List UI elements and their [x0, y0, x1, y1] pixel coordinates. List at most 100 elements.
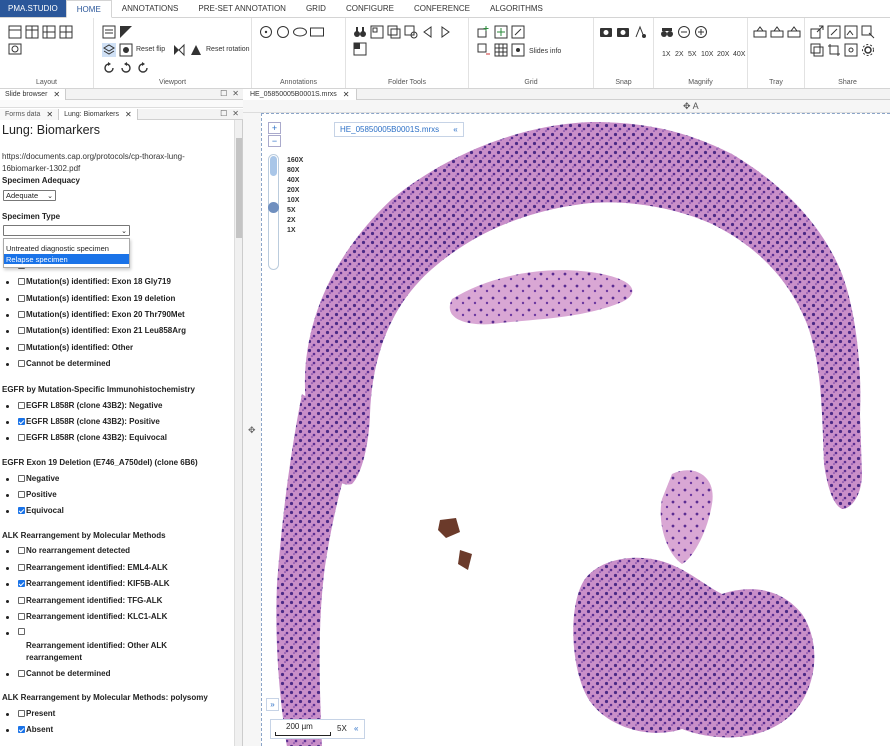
close-icon[interactable]: ✕ — [232, 89, 239, 98]
magnify-40x[interactable]: 40X — [733, 51, 745, 58]
ihc-negative[interactable]: EGFR L858R (clone 43B2): Negative — [6, 401, 162, 410]
checkbox[interactable] — [18, 278, 25, 285]
slides-info-button[interactable]: Slides info — [529, 48, 561, 55]
checkbox[interactable] — [18, 564, 25, 571]
zoom-slider-knob[interactable] — [268, 202, 279, 213]
form-scrollbar[interactable] — [234, 120, 242, 746]
checkbox[interactable] — [18, 360, 25, 367]
option-relapse[interactable]: Relapse specimen — [4, 254, 129, 264]
slides-info-icon[interactable] — [511, 43, 525, 57]
checkbox[interactable] — [18, 710, 25, 717]
tab-conference[interactable]: CONFERENCE — [404, 0, 480, 17]
rotate-triangle-icon[interactable] — [189, 43, 203, 57]
zoom-out-button[interactable]: − — [268, 135, 281, 147]
checkbox[interactable] — [18, 613, 25, 620]
zoom-level-5x[interactable]: 5X — [287, 207, 296, 214]
slide-viewer[interactable]: + − 160X 80X 40X 20X 10X 5X 2X 1X HE_058… — [261, 113, 890, 746]
egfr-other[interactable]: Mutation(s) identified: Other — [6, 343, 133, 352]
folder-copy-icon[interactable] — [387, 25, 401, 39]
polysomy-present[interactable]: Present — [6, 709, 55, 718]
binoculars-icon[interactable] — [353, 25, 367, 39]
share-link-icon[interactable] — [827, 25, 841, 39]
tab-algorithms[interactable]: ALGORITHMS — [480, 0, 553, 17]
magnify-5x[interactable]: 5X — [688, 51, 697, 58]
tab-slide-viewer[interactable]: HE_05850005B0001S.mrxs ✕ — [243, 89, 358, 100]
move-icon[interactable]: ✥ — [248, 425, 256, 436]
tray-icon[interactable] — [753, 25, 767, 39]
layout-two-column-icon[interactable] — [25, 25, 39, 39]
exon19-equivocal[interactable]: Equivocal — [6, 506, 64, 515]
zoom-level-160x[interactable]: 160X — [287, 157, 303, 164]
share-crop-icon[interactable] — [827, 43, 841, 57]
checkbox-checked[interactable] — [18, 507, 25, 514]
layout-single-icon[interactable] — [8, 25, 22, 39]
specimen-adequacy-select[interactable]: Adequate ⌄ — [3, 190, 56, 201]
tab-configure[interactable]: CONFIGURE — [336, 0, 404, 17]
egfr-exon19[interactable]: Mutation(s) identified: Exon 19 deletion — [6, 294, 175, 303]
share-export-icon[interactable] — [810, 25, 824, 39]
option-untreated[interactable]: Untreated diagnostic specimen — [4, 243, 129, 253]
snap-camera-icon[interactable] — [599, 25, 613, 39]
grid-add-icon[interactable] — [477, 25, 491, 39]
checkbox[interactable] — [18, 402, 25, 409]
magnify-10x[interactable]: 10X — [701, 51, 713, 58]
close-icon[interactable]: ✕ — [46, 110, 53, 119]
zoom-level-40x[interactable]: 40X — [287, 177, 299, 184]
checkbox[interactable] — [18, 670, 25, 677]
exon19-positive[interactable]: Positive — [6, 490, 57, 499]
tab-home[interactable]: HOME — [65, 0, 112, 18]
close-icon[interactable]: ✕ — [125, 110, 132, 119]
reset-flip-button[interactable]: Reset flip — [136, 46, 165, 53]
share-view-icon[interactable] — [844, 43, 858, 57]
checkbox[interactable] — [18, 628, 25, 635]
alk-no-rearrangement[interactable]: No rearrangement detected — [6, 546, 130, 555]
layout-camera-icon[interactable] — [8, 42, 22, 56]
magnify-20x[interactable]: 20X — [717, 51, 729, 58]
checkbox[interactable] — [18, 327, 25, 334]
tab-pma-studio[interactable]: PMA.STUDIO — [0, 0, 66, 17]
flip-icon[interactable] — [172, 43, 186, 57]
snapshot-icon[interactable] — [119, 43, 133, 57]
alk-klc1[interactable]: Rearrangement identified: KLC1-ALK — [6, 612, 167, 621]
folder-grid-icon[interactable] — [370, 25, 384, 39]
tab-grid[interactable]: GRID — [296, 0, 336, 17]
collapse-left-icon[interactable]: « — [354, 724, 358, 733]
close-icon[interactable]: ✕ — [343, 90, 350, 99]
share-send-icon[interactable] — [861, 25, 875, 39]
rotate-cw-icon[interactable] — [102, 61, 116, 75]
close-icon[interactable]: ✕ — [232, 109, 239, 118]
exon19-negative[interactable]: Negative — [6, 474, 59, 483]
layout-grid-icon[interactable] — [59, 25, 73, 39]
magnify-binoculars-icon[interactable] — [660, 25, 674, 39]
maximize-icon[interactable]: ☐ — [220, 89, 227, 98]
magnify-2x[interactable]: 2X — [675, 51, 684, 58]
checkbox-checked[interactable] — [18, 418, 25, 425]
rotate-reset-icon[interactable] — [136, 61, 150, 75]
tab-annotations[interactable]: ANNOTATIONS — [112, 0, 189, 17]
tab-slide-browser[interactable]: Slide browser ✕ — [0, 88, 67, 100]
alk-tfg[interactable]: Rearrangement identified: TFG-ALK — [6, 596, 162, 605]
share-settings-icon[interactable] — [861, 43, 875, 57]
zoom-in-icon[interactable] — [694, 25, 708, 39]
snap-camera-save-icon[interactable] — [616, 25, 630, 39]
alk-cannot-determine[interactable]: Cannot be determined — [6, 669, 110, 678]
grid-insert-icon[interactable] — [494, 25, 508, 39]
checkbox[interactable] — [18, 344, 25, 351]
zoom-level-2x[interactable]: 2X — [287, 217, 296, 224]
scrollbar-thumb[interactable] — [236, 138, 242, 238]
alk-eml4[interactable]: Rearrangement identified: EML4-ALK — [6, 563, 168, 572]
share-copy-icon[interactable] — [810, 43, 824, 57]
alk-kif5b[interactable]: Rearrangement identified: KIF5B-ALK — [6, 579, 170, 588]
reset-rotation-button[interactable]: Reset rotation — [206, 46, 250, 53]
layout-two-row-icon[interactable] — [42, 25, 56, 39]
alk-other-checkbox-row[interactable] — [6, 628, 26, 635]
rotate-ccw-icon[interactable] — [119, 61, 133, 75]
grid-table-icon[interactable] — [494, 43, 508, 57]
egfr-exon21[interactable]: Mutation(s) identified: Exon 21 Leu858Ar… — [6, 326, 186, 335]
protocol-url[interactable]: https://documents.cap.org/protocols/cp-t… — [2, 151, 227, 175]
grid-remove-icon[interactable] — [477, 43, 491, 57]
previous-slide-icon[interactable] — [421, 25, 435, 39]
maximize-icon[interactable]: ☐ — [220, 109, 227, 118]
point-annotation-icon[interactable] — [259, 25, 273, 39]
share-image-icon[interactable] — [844, 25, 858, 39]
